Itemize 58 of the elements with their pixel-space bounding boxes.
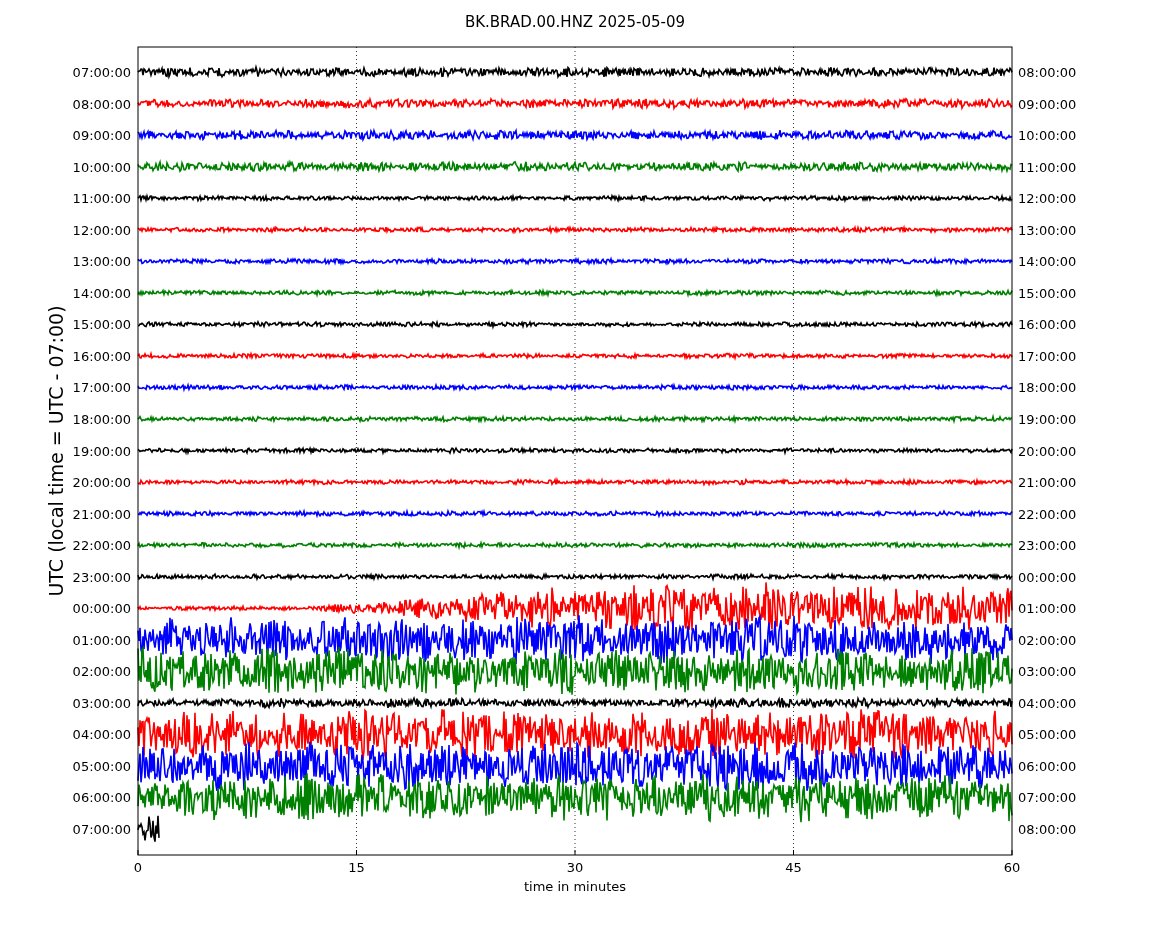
hour-label: 13:00:00 xyxy=(1018,222,1077,238)
hour-label: 15:00:00 xyxy=(72,317,131,333)
x-tick-label: 15 xyxy=(348,860,365,875)
hour-label: 22:00:00 xyxy=(72,538,131,554)
hour-label: 04:00:00 xyxy=(72,727,131,743)
hour-label: 09:00:00 xyxy=(1018,96,1077,112)
x-tick-label: 45 xyxy=(785,860,802,875)
hour-label: 16:00:00 xyxy=(72,348,131,364)
hour-label: 00:00:00 xyxy=(1018,569,1077,585)
x-tick-label: 60 xyxy=(1003,860,1021,875)
hour-label: 14:00:00 xyxy=(72,285,131,301)
hour-label: 06:00:00 xyxy=(72,790,131,806)
x-axis-label: time in minutes xyxy=(523,879,627,894)
hour-label: 01:00:00 xyxy=(72,632,131,648)
hour-label: 19:00:00 xyxy=(1018,411,1077,427)
hour-label: 11:00:00 xyxy=(72,191,131,207)
hour-label: 22:00:00 xyxy=(1018,506,1077,522)
hour-label: 12:00:00 xyxy=(72,222,131,238)
hour-label: 21:00:00 xyxy=(72,506,131,522)
hour-label: 18:00:00 xyxy=(72,411,131,427)
hour-label: 14:00:00 xyxy=(1018,254,1077,270)
hour-label: 01:00:00 xyxy=(1018,601,1077,617)
hour-label: 08:00:00 xyxy=(1018,822,1077,837)
hour-label: 19:00:00 xyxy=(72,443,131,459)
hour-label: 20:00:00 xyxy=(72,475,131,491)
hour-label: 05:00:00 xyxy=(72,758,131,774)
hour-label: 06:00:00 xyxy=(1018,758,1077,774)
hour-label: 08:00:00 xyxy=(1018,65,1077,80)
hour-label: 07:00:00 xyxy=(72,65,131,80)
hour-label: 23:00:00 xyxy=(72,569,131,585)
hour-label: 08:00:00 xyxy=(72,96,131,112)
hour-label: 02:00:00 xyxy=(72,664,131,680)
y-axis-label: UTC (local time = UTC - 07:00) xyxy=(45,305,67,597)
hour-label: 18:00:00 xyxy=(1018,380,1077,396)
hour-label: 13:00:00 xyxy=(72,254,131,270)
hour-label: 23:00:00 xyxy=(1018,538,1077,554)
hour-label: 04:00:00 xyxy=(1018,695,1077,711)
hour-label: 00:00:00 xyxy=(72,601,131,617)
hour-label: 21:00:00 xyxy=(1018,475,1077,491)
hour-label: 03:00:00 xyxy=(72,695,131,711)
hour-label: 09:00:00 xyxy=(72,128,131,144)
hour-label: 17:00:00 xyxy=(72,380,131,396)
hour-label: 07:00:00 xyxy=(1018,790,1077,806)
hour-label: 12:00:00 xyxy=(1018,191,1077,207)
hour-label: 11:00:00 xyxy=(1018,159,1077,175)
hour-label: 10:00:00 xyxy=(72,159,131,175)
hour-label: 16:00:00 xyxy=(1018,317,1077,333)
hour-label: 20:00:00 xyxy=(1018,443,1077,459)
hour-label: 15:00:00 xyxy=(1018,285,1077,301)
hour-label: 07:00:00 xyxy=(72,822,131,837)
hour-label: 05:00:00 xyxy=(1018,727,1077,743)
hour-label: 02:00:00 xyxy=(1018,632,1077,648)
hour-label: 17:00:00 xyxy=(1018,348,1077,364)
x-tick-label: 30 xyxy=(566,860,584,875)
hour-label: 10:00:00 xyxy=(1018,128,1077,144)
hour-label: 03:00:00 xyxy=(1018,664,1077,680)
chart-title: BK.BRAD.00.HNZ 2025-05-09 xyxy=(464,13,686,31)
x-tick-label: 0 xyxy=(133,860,143,875)
